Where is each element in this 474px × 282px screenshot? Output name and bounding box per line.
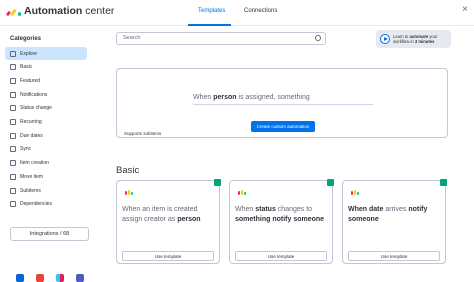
plus-icon	[10, 160, 16, 167]
monday-logo-icon	[238, 189, 246, 195]
sync-icon	[10, 146, 16, 153]
monday-logo-icon	[351, 189, 359, 195]
custom-automation-builder: When person is assigned, something Creat…	[116, 68, 448, 138]
slack-icon[interactable]	[56, 274, 64, 282]
star-icon	[10, 77, 16, 84]
template-description: When date arrives notify someone	[348, 206, 428, 223]
main-content: Search Learn to automate your workflow i…	[96, 26, 474, 269]
use-template-button[interactable]: Use template	[122, 251, 214, 261]
basic-icon	[10, 64, 16, 71]
recurring-icon	[10, 119, 16, 125]
sidebar-item-featured[interactable]: Featured	[5, 74, 87, 87]
outlook-icon[interactable]	[16, 274, 24, 282]
section-title: Basic	[116, 165, 140, 176]
sidebar-item-basic[interactable]: Basic	[5, 61, 87, 74]
template-card[interactable]: When date arrives notify someone Use temp…	[342, 179, 447, 264]
promo-text: Learn to automate your workflow in 3 min…	[393, 34, 438, 44]
gmail-icon[interactable]	[36, 274, 44, 282]
integration-badge-icon	[214, 179, 221, 186]
calendar-icon	[10, 132, 16, 139]
sidebar-item-label: Move item	[20, 173, 44, 180]
automation-sentence: When person is assigned, something	[193, 94, 310, 101]
tab-connections[interactable]: Connections	[244, 8, 277, 14]
integration-badge-icon	[440, 179, 447, 186]
sidebar-item-explore[interactable]: Explore	[5, 47, 87, 60]
bell-icon	[10, 91, 16, 98]
sidebar-item-due-dates[interactable]: Due dates	[5, 129, 87, 142]
sidebar-item-label: Status change	[20, 105, 52, 112]
close-icon[interactable]: ×	[462, 4, 468, 15]
move-icon	[10, 173, 16, 180]
app-title: Automation center	[24, 5, 115, 17]
sidebar-item-label: Dependencies	[20, 201, 52, 208]
compass-icon	[10, 50, 16, 57]
app-header: Automation center Templates Connections …	[0, 0, 474, 26]
sidebar: Categories Explore Basic Featured Notificat…	[0, 26, 96, 282]
sidebar-item-notifications[interactable]: Notifications	[5, 88, 87, 101]
sidebar-item-label: Notifications	[20, 91, 48, 98]
sidebar-item-label: Explore	[20, 50, 37, 57]
monday-logo-icon	[125, 189, 133, 195]
monday-logo-icon	[5, 6, 21, 17]
create-custom-automation-button[interactable]: Create custom automation	[251, 121, 315, 132]
sidebar-item-label: Basic	[20, 64, 33, 71]
template-card[interactable]: When status changes to something notify …	[229, 179, 334, 264]
sidebar-item-label: Sync	[20, 146, 32, 153]
sidebar-item-label: Subitems	[20, 187, 41, 194]
sidebar-item-sync[interactable]: Sync	[5, 143, 87, 156]
sidebar-item-label: Recurring	[20, 119, 42, 125]
play-icon	[380, 34, 390, 44]
sidebar-item-item-creation[interactable]: Item creation	[5, 157, 87, 170]
subitems-icon	[10, 187, 16, 194]
sidebar-item-label: Featured	[20, 77, 41, 84]
sidebar-item-label: Due dates	[20, 132, 43, 139]
use-template-button[interactable]: Use template	[348, 251, 440, 261]
use-template-button[interactable]: Use template	[235, 251, 327, 261]
sidebar-item-move-item[interactable]: Move item	[5, 170, 87, 183]
teams-icon[interactable]	[76, 274, 84, 282]
sidebar-item-label: Item creation	[20, 160, 49, 167]
tab-templates[interactable]: Templates	[198, 8, 225, 14]
integrations-button[interactable]: Integrations / 68	[10, 227, 89, 241]
supports-subitems-label: Supports subitems	[124, 131, 162, 136]
integration-badge-icon	[327, 179, 334, 186]
search-input[interactable]: Search	[116, 32, 326, 45]
builder-underline	[193, 104, 373, 105]
status-icon	[10, 105, 16, 112]
sidebar-item-dependencies[interactable]: Dependencies	[5, 198, 87, 211]
template-description: When status changes to something notify …	[235, 206, 325, 223]
sidebar-item-recurring[interactable]: Recurring	[5, 116, 87, 129]
categories-title: Categories	[10, 36, 42, 42]
search-icon	[315, 35, 321, 41]
dependencies-icon	[10, 201, 16, 208]
sidebar-item-subitems[interactable]: Subitems	[5, 184, 87, 197]
template-description: When an item is created assign creator a…	[122, 206, 201, 223]
template-card[interactable]: When an item is created assign creator a…	[116, 179, 221, 264]
video-promo[interactable]: Learn to automate your workflow in 3 min…	[376, 30, 451, 48]
sidebar-item-status-change[interactable]: Status change	[5, 102, 87, 115]
